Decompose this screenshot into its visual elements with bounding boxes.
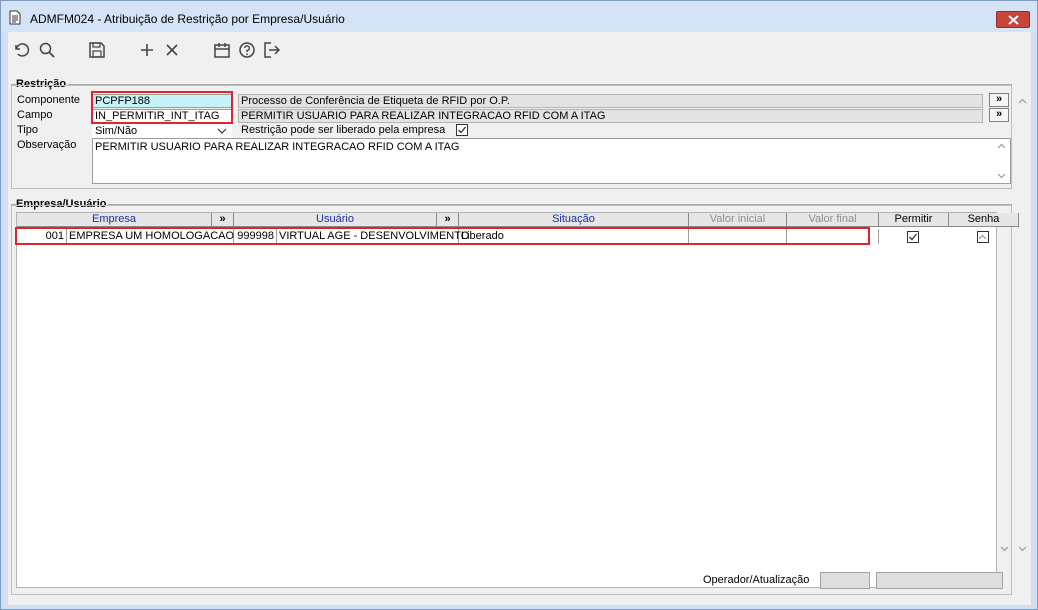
tipo-select[interactable]: Sim/Não	[92, 124, 232, 138]
column-header-valor-inicial[interactable]: Valor inicial	[689, 213, 787, 227]
chevron-down-icon	[217, 128, 227, 134]
form-client-area: Restrição Componente PCPFP188 Processo d…	[8, 32, 1031, 605]
campo-description: PERMITIR USUARIO PARA REALIZAR INTEGRACA…	[238, 109, 983, 123]
operador-field	[820, 572, 870, 589]
grid-scroll-up-icon[interactable]	[978, 234, 987, 240]
search-button[interactable]	[38, 41, 56, 59]
liberado-checkbox[interactable]	[456, 124, 468, 136]
campo-label: Campo	[17, 109, 53, 121]
checkmark-icon	[909, 233, 918, 241]
delete-button[interactable]	[163, 41, 181, 59]
scroll-up-icon[interactable]	[997, 143, 1006, 149]
empresa-usuario-grid: Empresa » Usuário » Situação Valor inici…	[15, 212, 1019, 588]
column-header-valor-final[interactable]: Valor final	[787, 213, 879, 227]
tipo-select-value: Sim/Não	[95, 125, 138, 137]
operador-label: Operador/Atualização	[703, 574, 810, 586]
observacao-text: PERMITIR USUARIO PARA REALIZAR INTEGRACA…	[95, 141, 460, 153]
window-title: ADMFM024 - Atribuição de Restrição por E…	[30, 12, 345, 26]
column-header-empresa[interactable]: Empresa	[17, 213, 212, 227]
exit-icon	[264, 42, 281, 58]
liberado-label: Restrição pode ser liberado pela empresa	[241, 124, 446, 136]
search-icon	[39, 42, 55, 58]
exit-button[interactable]	[263, 41, 281, 59]
observacao-textarea[interactable]: PERMITIR USUARIO PARA REALIZAR INTEGRACA…	[92, 138, 1011, 184]
permitir-checkbox[interactable]	[907, 231, 919, 243]
grid-scroll-down-icon[interactable]	[1000, 546, 1009, 552]
column-header-usuario[interactable]: Usuário	[234, 213, 437, 227]
undo-button[interactable]	[12, 41, 30, 59]
undo-icon	[15, 43, 30, 57]
add-button[interactable]	[138, 41, 156, 59]
checkmark-icon	[458, 126, 467, 134]
document-icon	[9, 10, 21, 25]
delete-icon	[166, 44, 178, 56]
campo-lookup-button[interactable]: »	[989, 108, 1009, 122]
app-window: ADMFM024 - Atribuição de Restrição por E…	[0, 0, 1038, 610]
save-icon	[89, 42, 105, 58]
help-icon	[239, 42, 255, 58]
highlight-box-row	[15, 227, 870, 245]
tipo-label: Tipo	[17, 124, 38, 136]
usuario-lookup-button[interactable]: »	[437, 213, 459, 227]
close-icon	[1008, 15, 1019, 25]
calendar-button[interactable]	[213, 41, 231, 59]
help-button[interactable]	[238, 41, 256, 59]
column-header-situacao[interactable]: Situação	[459, 213, 689, 227]
highlight-box-restricao	[91, 91, 233, 124]
scroll-down-icon[interactable]	[997, 173, 1006, 179]
save-button[interactable]	[88, 41, 106, 59]
observacao-label: Observação	[17, 139, 77, 151]
componente-lookup-button[interactable]: »	[989, 93, 1009, 107]
add-icon	[141, 44, 153, 56]
atualizacao-field	[876, 572, 1003, 589]
empresa-lookup-button[interactable]: »	[212, 213, 234, 227]
column-header-senha[interactable]: Senha	[949, 213, 1019, 227]
panel-scroll-down-icon[interactable]	[1018, 546, 1027, 552]
close-button[interactable]	[996, 11, 1030, 28]
title-bar: ADMFM024 - Atribuição de Restrição por E…	[1, 1, 1037, 32]
column-header-permitir[interactable]: Permitir	[879, 213, 949, 227]
calendar-icon	[214, 43, 230, 58]
panel-scroll-up-icon[interactable]	[1018, 98, 1027, 104]
componente-description: Processo de Conferência de Etiqueta de R…	[238, 94, 983, 108]
componente-label: Componente	[17, 94, 80, 106]
